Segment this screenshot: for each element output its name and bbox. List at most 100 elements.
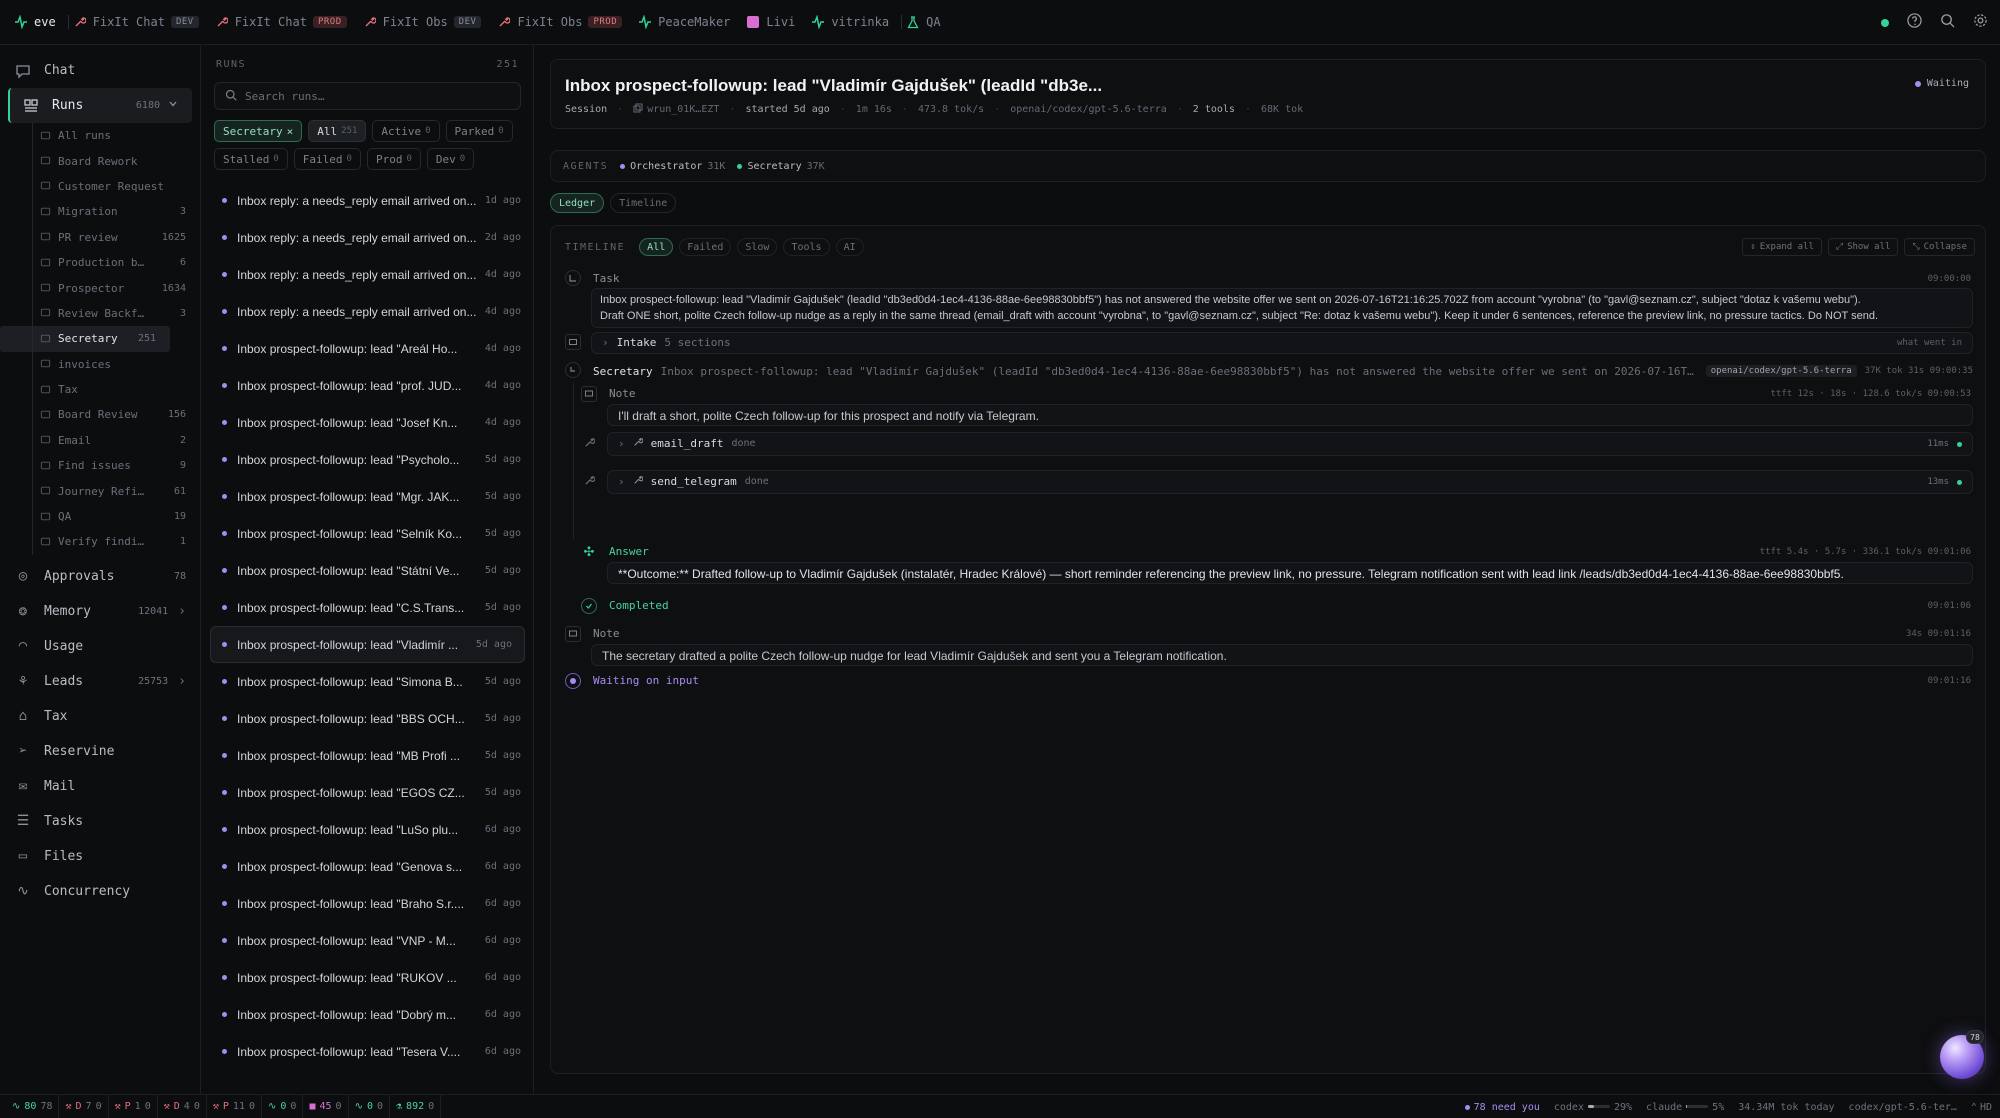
tab-fixit-chat-dev[interactable]: FixIt Chat DEV	[69, 0, 211, 45]
intake-row[interactable]: › Intake 5 sections what went in	[591, 332, 1973, 354]
run-list-item[interactable]: Inbox prospect-followup: lead "Areál Ho.…	[202, 330, 533, 367]
status-item[interactable]: ∿ 0 0	[262, 1094, 304, 1118]
sidebar-item-usage[interactable]: ◠ Usage	[0, 629, 200, 664]
run-list-item[interactable]: Inbox prospect-followup: lead "Genova s.…	[202, 848, 533, 885]
sidebar-subitem[interactable]: QA 19	[0, 504, 200, 529]
status-item[interactable]: ⚒ D 7 0	[59, 1094, 109, 1118]
sidebar-subitem[interactable]: Secretary 251	[0, 326, 170, 352]
run-list-item[interactable]: Inbox reply: a needs_reply email arrived…	[202, 293, 533, 330]
filter-chip[interactable]: Active 0	[372, 120, 440, 142]
need-you-indicator[interactable]: 78 need you	[1464, 1102, 1540, 1113]
tab-fixit-obs-dev[interactable]: FixIt Obs DEV	[359, 0, 494, 45]
run-list-item[interactable]: Inbox prospect-followup: lead "Psycholo.…	[202, 441, 533, 478]
filter-chip[interactable]: All 251	[308, 120, 367, 142]
search-icon[interactable]	[1940, 13, 1955, 33]
show-all-button[interactable]: ⤢ Show all	[1827, 238, 1899, 256]
filter-all[interactable]: All	[639, 238, 674, 256]
run-list-item[interactable]: Inbox reply: a needs_reply email arrived…	[202, 256, 533, 293]
run-list-item[interactable]: Inbox prospect-followup: lead "C.S.Trans…	[202, 589, 533, 626]
sidebar-item-leads[interactable]: ⚘ Leads 25753 ›	[0, 664, 200, 699]
sidebar-item-approvals[interactable]: ◎ Approvals 78	[0, 559, 200, 594]
run-list-item[interactable]: Inbox prospect-followup: lead "Tesera V.…	[202, 1033, 533, 1070]
status-item[interactable]: ∿ 80 78	[6, 1094, 60, 1118]
run-list-item[interactable]: Inbox prospect-followup: lead "LuSo plu.…	[202, 811, 533, 848]
agent-secretary[interactable]: Secretary 37K	[737, 161, 825, 172]
filter-ai[interactable]: AI	[835, 238, 864, 256]
secretary-row[interactable]: Secretary Inbox prospect-followup: lead …	[593, 362, 1973, 380]
sidebar-subitem[interactable]: PR review 1625	[0, 225, 200, 250]
sidebar-item-mail[interactable]: ✉ Mail	[0, 769, 200, 804]
run-list-item[interactable]: Inbox prospect-followup: lead "MB Profi …	[202, 737, 533, 774]
run-list-item[interactable]: Inbox prospect-followup: lead "RUKOV ...…	[202, 959, 533, 996]
status-item[interactable]: ∿ 0 0	[349, 1094, 391, 1118]
search-input[interactable]: Search runs…	[214, 82, 521, 110]
sidebar-item-files[interactable]: ▭ Files	[0, 839, 200, 874]
sidebar-subitem[interactable]: Migration 3	[0, 199, 200, 224]
filter-chip[interactable]: Dev 0	[426, 148, 475, 170]
filter-chip[interactable]: Prod 0	[366, 148, 421, 170]
run-list-item[interactable]: Inbox prospect-followup: lead "VNP - M..…	[202, 922, 533, 959]
sidebar-subitem[interactable]: Verify findi… 1	[0, 529, 200, 554]
filter-chip[interactable]: Failed 0	[293, 148, 361, 170]
tab-ledger[interactable]: Ledger	[550, 193, 605, 213]
tab-peacemaker[interactable]: PeaceMaker	[634, 0, 742, 45]
run-list-item[interactable]: Inbox prospect-followup: lead "Selník Ko…	[202, 515, 533, 552]
tab-qa[interactable]: QA	[902, 0, 952, 45]
run-list-item[interactable]: Inbox prospect-followup: lead "Vladimír …	[210, 626, 525, 663]
sidebar-item-chat[interactable]: Chat	[0, 53, 200, 88]
tab-eve[interactable]: eve	[10, 0, 68, 45]
run-list-item[interactable]: Inbox prospect-followup: lead "EGOS CZ..…	[202, 774, 533, 811]
expand-all-button[interactable]: ⇕ Expand all	[1742, 238, 1822, 256]
sidebar-subitem[interactable]: All runs	[0, 123, 200, 148]
sidebar-item-runs[interactable]: Runs 6180	[8, 88, 192, 123]
tab-fixit-chat-prod[interactable]: FixIt Chat PROD	[211, 0, 359, 45]
sidebar-item-concurrency[interactable]: ∿ Concurrency	[0, 874, 200, 909]
run-list-item[interactable]: Inbox prospect-followup: lead "Simona B.…	[202, 663, 533, 700]
chevron-right-icon[interactable]: ›	[178, 674, 186, 689]
run-list-item[interactable]: Inbox prospect-followup: lead "Braho S.r…	[202, 885, 533, 922]
sidebar-subitem[interactable]: Find issues 9	[0, 453, 200, 478]
status-item[interactable]: ⚒ P 11 0	[207, 1094, 262, 1118]
copy-icon[interactable]	[633, 103, 643, 116]
filter-chip[interactable]: Parked 0	[445, 120, 513, 142]
sidebar-subitem[interactable]: Tax	[0, 377, 200, 402]
run-list-item[interactable]: Inbox prospect-followup: lead "Dobrý m..…	[202, 996, 533, 1033]
agent-orchestrator[interactable]: Orchestrator 31K	[620, 161, 725, 172]
tab-vitrinka[interactable]: vitrinka	[807, 0, 901, 45]
sidebar-subitem[interactable]: Prospector 1634	[0, 275, 200, 300]
sidebar-subitem[interactable]: Production b… 6	[0, 250, 200, 275]
tool-call-email-draft[interactable]: › email_draft done 11ms	[607, 432, 1973, 456]
tab-fixit-obs-prod[interactable]: FixIt Obs PROD	[493, 0, 634, 45]
collapse-button[interactable]: ⤡ Collapse	[1904, 238, 1975, 256]
sidebar-subitem[interactable]: Customer Request	[0, 174, 200, 199]
sidebar-subitem[interactable]: Email 2	[0, 428, 200, 453]
status-item[interactable]: ⚒ D 4 0	[158, 1094, 207, 1118]
filter-tools[interactable]: Tools	[783, 238, 830, 256]
filter-chip[interactable]: Secretary ×	[214, 120, 303, 142]
sidebar-subitem[interactable]: Review Backf… 3	[0, 301, 200, 326]
status-item[interactable]: ■ 45 0	[303, 1094, 349, 1118]
filter-slow[interactable]: Slow	[737, 238, 778, 256]
run-list-item[interactable]: Inbox prospect-followup: lead "Josef Kn.…	[202, 404, 533, 441]
sidebar-item-memory[interactable]: ❂ Memory 12041 ›	[0, 594, 200, 629]
run-list-item[interactable]: Inbox reply: a needs_reply email arrived…	[202, 219, 533, 256]
sidebar-subitem[interactable]: Journey Refi… 61	[0, 478, 200, 503]
sidebar-item-tax[interactable]: ⌂ Tax	[0, 699, 200, 734]
sidebar-subitem[interactable]: invoices	[0, 352, 200, 377]
status-item[interactable]: ⚒ P 1 0	[109, 1094, 158, 1118]
filter-failed[interactable]: Failed	[679, 238, 732, 256]
current-model[interactable]: codex/gpt-5.6-ter…	[1849, 1102, 1957, 1113]
run-list-item[interactable]: Inbox prospect-followup: lead "prof. JUD…	[202, 367, 533, 404]
tool-call-send-telegram[interactable]: › send_telegram done 13ms	[607, 470, 1973, 494]
tab-livi[interactable]: Livi	[742, 0, 807, 45]
sidebar-item-reservine[interactable]: ➢ Reservine	[0, 734, 200, 769]
help-icon[interactable]	[1907, 12, 1922, 33]
chevron-down-icon[interactable]	[168, 98, 178, 113]
run-list-item[interactable]: Inbox prospect-followup: lead "BBS OCH..…	[202, 700, 533, 737]
run-list-item[interactable]: Inbox prospect-followup: lead "Mgr. JAK.…	[202, 478, 533, 515]
run-list-item[interactable]: Inbox prospect-followup: lead "Státní Ve…	[202, 552, 533, 589]
sidebar-subitem[interactable]: Board Rework	[0, 148, 200, 173]
sidebar-subitem[interactable]: Board Review 156	[0, 402, 200, 427]
status-item[interactable]: ⚗ 892 0	[390, 1094, 442, 1118]
run-list-item[interactable]: Inbox reply: a needs_reply email arrived…	[202, 182, 533, 219]
